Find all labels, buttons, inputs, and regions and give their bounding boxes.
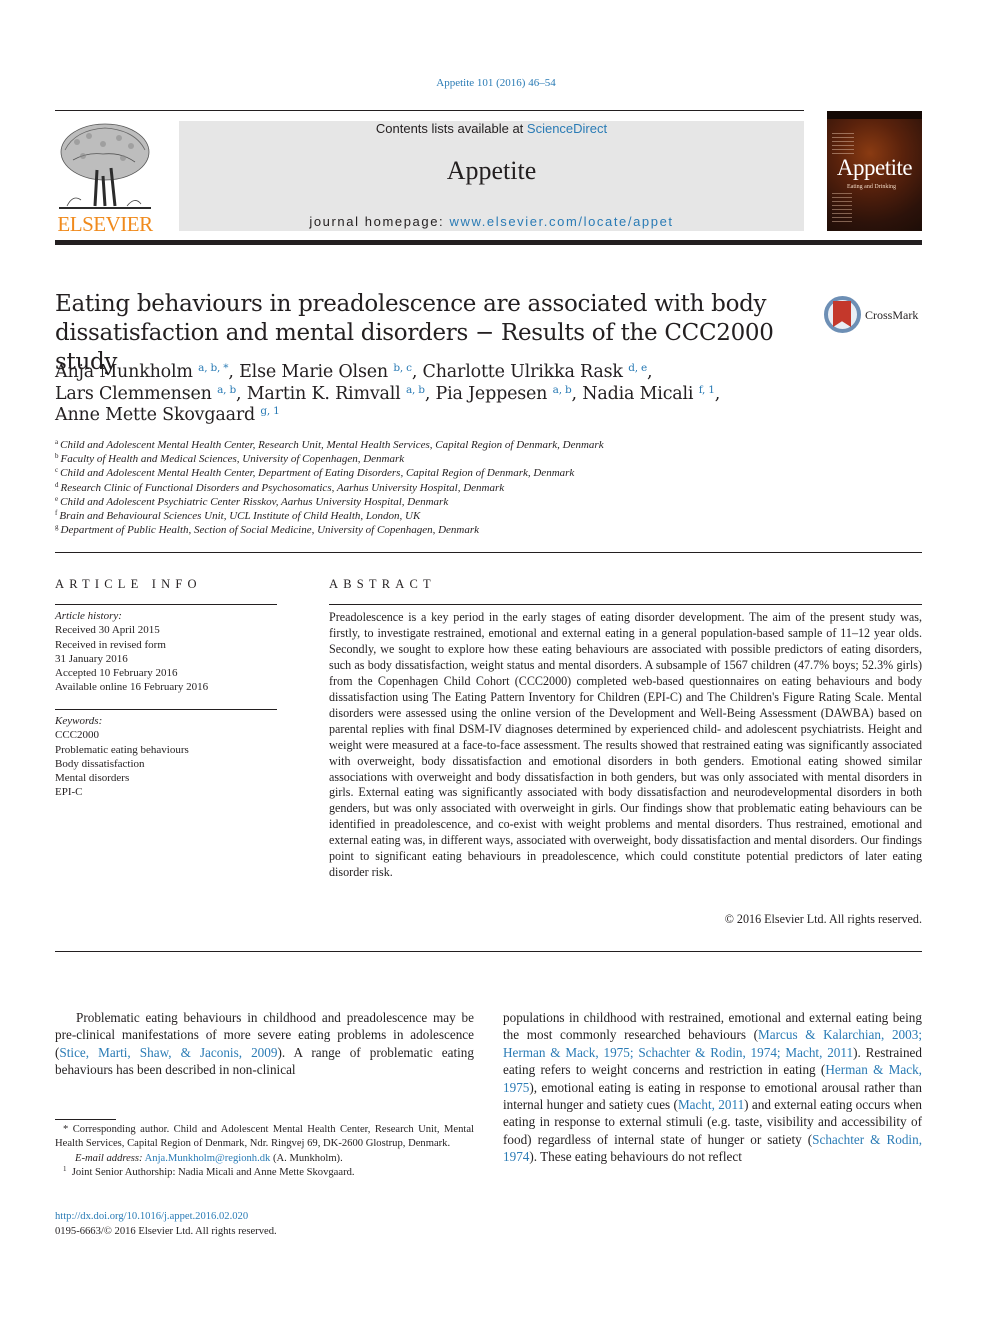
affiliations-rule — [55, 552, 922, 553]
journal-citation-link[interactable]: Appetite 101 (2016) 46–54 — [0, 77, 992, 89]
author-affiliation-ref[interactable]: d, e — [628, 362, 647, 374]
keywords-rule — [55, 709, 277, 710]
article-history-label: Article history: — [55, 610, 122, 622]
elsevier-wordmark: ELSEVIER — [57, 212, 153, 236]
author[interactable]: Charlotte Ulrikka Rask d, e — [423, 362, 648, 382]
abstract-heading: ABSTRACT — [329, 577, 436, 591]
author[interactable]: Martin K. Rimvall a, b — [247, 384, 425, 404]
issn-copyright: 0195-6663/© 2016 Elsevier Ltd. All right… — [55, 1226, 277, 1237]
contents-prefix: Contents lists available at — [375, 121, 527, 136]
journal-homepage-link[interactable]: www.elsevier.com/locate/appet — [449, 214, 673, 229]
history-item: Received in revised form — [55, 638, 166, 651]
citation-link[interactable]: Macht, 2011 — [678, 1097, 744, 1112]
author-list: Anja Munkholm a, b, *, Else Marie Olsen … — [55, 362, 721, 425]
crossmark-button[interactable]: CrossMark — [824, 296, 924, 336]
header-rule — [55, 110, 804, 111]
author-affiliation-ref[interactable]: a, b — [217, 384, 236, 396]
author[interactable]: Else Marie Olsen b, c — [239, 362, 412, 382]
header-thick-rule — [55, 240, 922, 245]
affiliation: c Child and Adolescent Mental Health Cent… — [55, 466, 575, 480]
history-item: Available online 16 February 2016 — [55, 681, 209, 694]
affiliation: a Child and Adolescent Mental Health Cent… — [55, 438, 604, 452]
author-email-link[interactable]: Anja.Munkholm@regionh.dk — [145, 1153, 271, 1164]
author-affiliation-ref[interactable]: a, b — [406, 384, 425, 396]
sciencedirect-link[interactable]: ScienceDirect — [527, 121, 607, 136]
article-info-heading: ARTICLE INFO — [55, 577, 202, 591]
body-column-left: Problematic eating behaviours in childho… — [55, 1009, 474, 1079]
doi-link[interactable]: http://dx.doi.org/10.1016/j.appet.2016.0… — [55, 1211, 248, 1222]
joint-authorship-note: 1 Joint Senior Authorship: Nadia Micali … — [63, 1164, 355, 1178]
author[interactable]: Anja Munkholm a, b, * — [55, 362, 229, 382]
history-item: Received 30 April 2015 — [55, 624, 160, 637]
homepage-prefix: journal homepage: — [309, 214, 450, 229]
abstract-end-rule — [55, 951, 922, 952]
abstract-copyright: © 2016 Elsevier Ltd. All rights reserved… — [724, 912, 922, 926]
affiliation: g Department of Public Health, Section of… — [55, 523, 480, 537]
author-affiliation-ref[interactable]: g, 1 — [260, 405, 279, 417]
body-text: ). These eating behaviours do not reflec… — [529, 1149, 742, 1165]
cover-subtitle: Eating and Drinking — [847, 184, 896, 190]
author-affiliation-ref[interactable]: a, b — [553, 384, 572, 396]
contents-available-line: Contents lists available at ScienceDirec… — [179, 121, 804, 136]
article-history: Article history: Received 30 April 2015 … — [55, 609, 277, 695]
author-affiliation-ref[interactable]: b, c — [393, 362, 412, 374]
author[interactable]: Anne Mette Skovgaard g, 1 — [55, 405, 280, 425]
footnote-rule — [55, 1119, 116, 1120]
keywords-label: Keywords: — [55, 715, 103, 727]
article-info-rule — [55, 604, 277, 605]
cover-text-lines — [832, 133, 854, 157]
crossmark-label: CrossMark — [865, 308, 919, 322]
affiliation: b Faculty of Health and Medical Sciences,… — [55, 452, 405, 466]
journal-cover-image[interactable]: Appetite Eating and Drinking — [827, 111, 922, 231]
journal-homepage-line: journal homepage: www.elsevier.com/locat… — [179, 214, 804, 229]
abstract-rule — [329, 604, 922, 605]
keyword: EPI-C — [55, 786, 83, 799]
keyword: CCC2000 — [55, 729, 100, 742]
cover-top-bar — [827, 111, 922, 119]
corresponding-author-note: * Corresponding author. Child and Adoles… — [55, 1124, 475, 1150]
affiliation: d Research Clinic of Functional Disorders… — [55, 480, 505, 494]
history-item: 31 January 2016 — [55, 652, 128, 665]
keyword: Problematic eating behaviours — [55, 743, 189, 756]
keyword: Body dissatisfaction — [55, 757, 145, 770]
cover-title: Appetite — [836, 155, 913, 180]
abstract-text: Preadolescence is a key period in the ea… — [329, 610, 922, 880]
cover-text-lines-lower — [832, 193, 852, 225]
history-item: Accepted 10 February 2016 — [55, 667, 178, 680]
author[interactable]: Pia Jeppesen a, b — [436, 384, 572, 404]
author-affiliation-ref[interactable]: f, 1 — [699, 384, 715, 396]
footnotes: * Corresponding author. Child and Adoles… — [55, 1123, 474, 1180]
citation-link[interactable]: Stice, Marti, Shaw, & Jaconis, 2009 — [59, 1045, 277, 1060]
email-note: E-mail address: Anja.Munkholm@regionh.dk… — [75, 1152, 343, 1164]
keywords: Keywords: CCC2000 Problematic eating beh… — [55, 714, 277, 800]
affiliation: f Brain and Behavioural Sciences Unit, UC… — [55, 509, 421, 523]
author-affiliation-ref[interactable]: a, b, * — [198, 362, 228, 374]
journal-name: Appetite — [446, 156, 537, 185]
body-column-right: populations in childhood with restrained… — [503, 1009, 922, 1166]
affiliation: e Child and Adolescent Psychiatric Center… — [55, 494, 449, 508]
author[interactable]: Lars Clemmensen a, b — [55, 384, 236, 404]
author[interactable]: Nadia Micali f, 1 — [582, 384, 715, 404]
keyword: Mental disorders — [55, 772, 130, 785]
affiliation-list: a Child and Adolescent Mental Health Cent… — [55, 438, 915, 537]
